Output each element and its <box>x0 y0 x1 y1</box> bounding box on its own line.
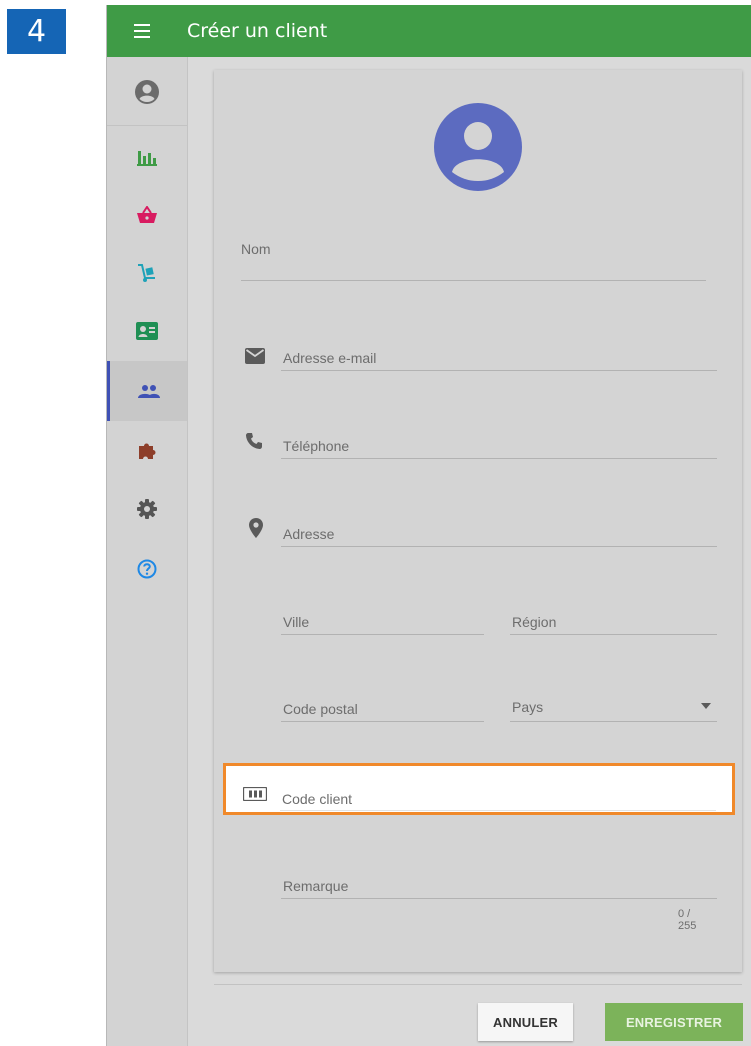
phone-icon <box>246 433 262 449</box>
avatar-placeholder-icon <box>434 103 522 191</box>
sidebar-item-help[interactable] <box>107 539 187 599</box>
sidebar-item-customers[interactable] <box>107 361 187 421</box>
address-label: Adresse <box>283 526 335 542</box>
cancel-button[interactable]: ANNULER <box>478 1003 573 1041</box>
country-label: Pays <box>512 699 544 715</box>
page-title: Créer un client <box>187 20 328 42</box>
client-code-label: Code client <box>282 791 353 807</box>
sidebar-item-settings[interactable] <box>107 479 187 539</box>
region-label: Région <box>512 614 557 630</box>
character-counter: 0 / 255 <box>678 908 697 932</box>
barcode-icon <box>243 787 267 801</box>
sidebar-item-reports[interactable] <box>107 127 187 187</box>
city-label: Ville <box>283 614 310 630</box>
client-code-field[interactable]: Code client <box>223 763 735 815</box>
puzzle-icon <box>139 443 156 459</box>
email-label: Adresse e-mail <box>283 350 377 366</box>
sidebar <box>107 57 188 1046</box>
note-label: Remarque <box>283 878 349 894</box>
step-number-badge: 4 <box>7 9 66 54</box>
hand-truck-icon <box>138 264 155 282</box>
sidebar-item-contacts[interactable] <box>107 301 187 361</box>
help-circle-icon <box>137 559 157 579</box>
email-icon <box>245 348 265 364</box>
top-app-bar: Créer un client <box>107 5 751 57</box>
name-label: Nom <box>241 241 271 257</box>
account-circle-icon <box>135 80 159 104</box>
sidebar-item-products[interactable] <box>107 243 187 303</box>
contact-card-icon <box>136 322 158 340</box>
app-window: Créer un client Nom Adresse e-mail Télép… <box>106 5 751 1046</box>
gear-icon <box>137 499 157 519</box>
phone-label: Téléphone <box>283 438 350 454</box>
save-button[interactable]: ENREGISTRER <box>605 1003 743 1041</box>
shopping-basket-icon <box>137 206 157 223</box>
create-customer-form: Nom Adresse e-mail Téléphone Adresse Vil… <box>214 70 742 972</box>
dropdown-arrow-icon <box>701 703 711 709</box>
postal-code-label: Code postal <box>283 701 358 717</box>
bar-chart-icon <box>137 151 157 166</box>
people-icon <box>137 385 160 398</box>
sidebar-item-sales[interactable] <box>107 185 187 245</box>
location-pin-icon <box>249 518 263 538</box>
sidebar-item-extensions[interactable] <box>107 421 187 481</box>
hamburger-icon[interactable] <box>134 24 160 38</box>
sidebar-item-account[interactable] <box>107 62 187 122</box>
